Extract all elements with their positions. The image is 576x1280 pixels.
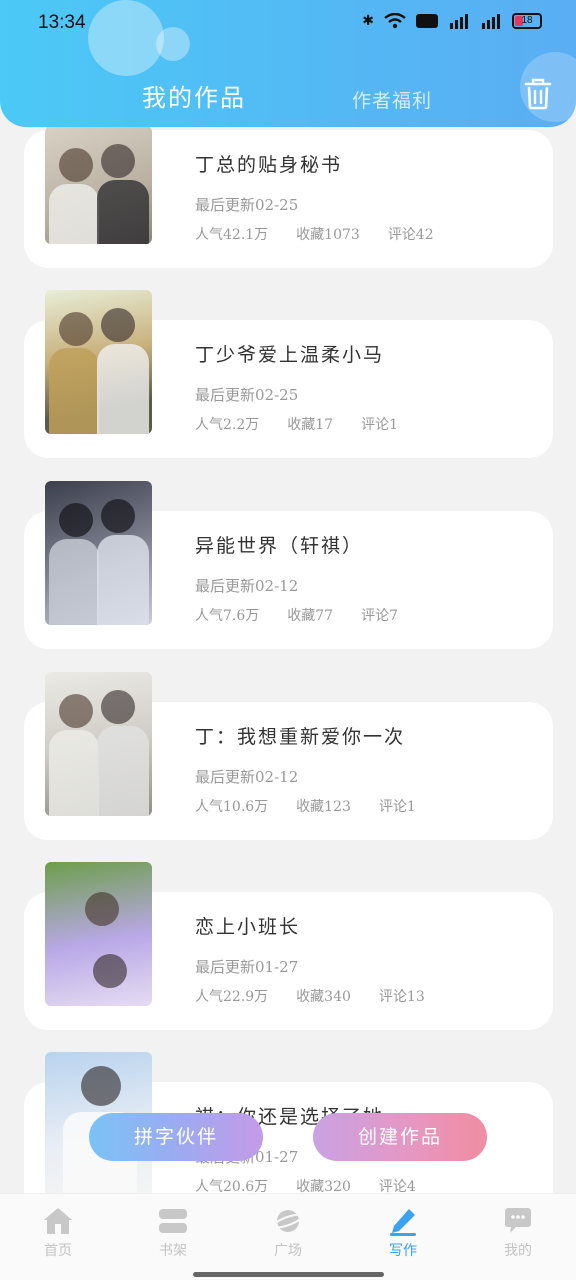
chat-bubble-icon bbox=[505, 1208, 531, 1233]
work-collections: 收藏77 bbox=[287, 608, 334, 624]
work-cover-image bbox=[45, 481, 152, 625]
work-updated: 最后更新02-25 bbox=[195, 196, 299, 214]
work-updated: 最后更新02-12 bbox=[195, 768, 299, 786]
nav-item-square[interactable]: 广场 bbox=[258, 1206, 318, 1260]
status-icons: ✱ 18 bbox=[362, 12, 542, 29]
work-collections: 收藏123 bbox=[296, 799, 351, 815]
nav-label: 写作 bbox=[389, 1243, 417, 1259]
nav-label: 我的 bbox=[504, 1243, 532, 1259]
signal-icon bbox=[450, 13, 468, 29]
work-stats: 人气7.6万 收藏77 评论7 bbox=[195, 605, 398, 625]
work-card[interactable]: 恋上小班长 最后更新01-27 人气22.9万 收藏340 评论13 bbox=[24, 862, 553, 1030]
work-updated: 最后更新02-12 bbox=[195, 577, 299, 595]
work-cover-image bbox=[45, 862, 152, 1006]
home-indicator[interactable] bbox=[193, 1272, 384, 1277]
work-popularity: 人气22.9万 bbox=[195, 989, 269, 1005]
work-collections: 收藏1073 bbox=[296, 227, 360, 243]
nav-item-bookshelf[interactable]: 书架 bbox=[143, 1206, 203, 1260]
work-card[interactable]: 丁总的贴身秘书 最后更新02-25 人气42.1万 收藏1073 评论42 bbox=[24, 126, 553, 268]
work-stats: 人气22.9万 收藏340 评论13 bbox=[195, 986, 425, 1006]
header: 13:34 ✱ 18 我的作品 作者福利 bbox=[0, 0, 576, 127]
work-card[interactable]: 异能世界（轩祺） 最后更新02-12 人气7.6万 收藏77 评论7 bbox=[24, 481, 553, 649]
work-popularity: 人气7.6万 bbox=[195, 608, 260, 624]
work-stats: 人气2.2万 收藏17 评论1 bbox=[195, 414, 398, 434]
trash-icon[interactable] bbox=[524, 78, 552, 110]
work-cover-image bbox=[45, 126, 152, 244]
work-comments: 评论42 bbox=[387, 227, 434, 243]
work-card[interactable]: 丁：我想重新爱你一次 最后更新02-12 人气10.6万 收藏123 评论1 bbox=[24, 672, 553, 840]
decor-bubble bbox=[88, 0, 164, 76]
work-stats: 人气42.1万 收藏1073 评论42 bbox=[195, 224, 434, 244]
work-card[interactable]: 丁少爷爱上温柔小马 最后更新02-25 人气2.2万 收藏17 评论1 bbox=[24, 290, 553, 458]
work-title: 异能世界（轩祺） bbox=[195, 535, 364, 557]
create-work-button[interactable]: 创建作品 bbox=[313, 1113, 487, 1161]
work-cover-image bbox=[45, 672, 152, 816]
status-time: 13:34 bbox=[38, 12, 86, 33]
work-title: 丁少爷爱上温柔小马 bbox=[195, 344, 385, 366]
planet-icon bbox=[272, 1210, 304, 1232]
wifi-icon bbox=[384, 12, 406, 28]
work-collections: 收藏17 bbox=[287, 417, 334, 433]
nav-label: 书架 bbox=[159, 1243, 187, 1259]
work-cover-image bbox=[45, 290, 152, 434]
battery-icon: 18 bbox=[512, 12, 542, 29]
work-comments: 评论1 bbox=[361, 417, 399, 433]
pen-icon bbox=[390, 1209, 416, 1236]
work-title: 恋上小班长 bbox=[195, 916, 301, 938]
nav-item-home[interactable]: 首页 bbox=[28, 1206, 88, 1260]
work-comments: 评论13 bbox=[378, 989, 425, 1005]
decor-bubble bbox=[156, 27, 190, 61]
work-title: 丁：我想重新爱你一次 bbox=[195, 726, 406, 748]
work-popularity: 人气2.2万 bbox=[195, 417, 260, 433]
work-popularity: 人气42.1万 bbox=[195, 227, 269, 243]
tab-my-works[interactable]: 我的作品 bbox=[142, 78, 246, 113]
work-stats: 人气10.6万 收藏123 评论1 bbox=[195, 796, 416, 816]
bookshelf-icon bbox=[159, 1209, 187, 1233]
signal-icon bbox=[482, 13, 500, 29]
nav-label: 广场 bbox=[274, 1243, 302, 1259]
work-updated: 最后更新02-25 bbox=[195, 386, 299, 404]
work-comments: 评论7 bbox=[361, 608, 399, 624]
hd-icon bbox=[416, 13, 438, 28]
nav-item-mine[interactable]: 我的 bbox=[488, 1206, 548, 1260]
work-title: 丁总的贴身秘书 bbox=[195, 154, 343, 176]
tab-author-welfare[interactable]: 作者福利 bbox=[352, 86, 432, 113]
nav-label: 首页 bbox=[44, 1243, 72, 1259]
battery-level: 18 bbox=[521, 14, 533, 26]
work-comments: 评论1 bbox=[378, 799, 416, 815]
work-popularity: 人气10.6万 bbox=[195, 799, 269, 815]
partner-button[interactable]: 拼字伙伴 bbox=[89, 1113, 263, 1161]
bottom-nav: 首页 书架 广场 写作 我的 bbox=[0, 1193, 576, 1280]
nav-item-write[interactable]: 写作 bbox=[373, 1206, 433, 1260]
bluetooth-icon: ✱ bbox=[362, 12, 374, 28]
work-collections: 收藏340 bbox=[296, 989, 351, 1005]
work-updated: 最后更新01-27 bbox=[195, 958, 299, 976]
home-icon bbox=[44, 1208, 72, 1234]
